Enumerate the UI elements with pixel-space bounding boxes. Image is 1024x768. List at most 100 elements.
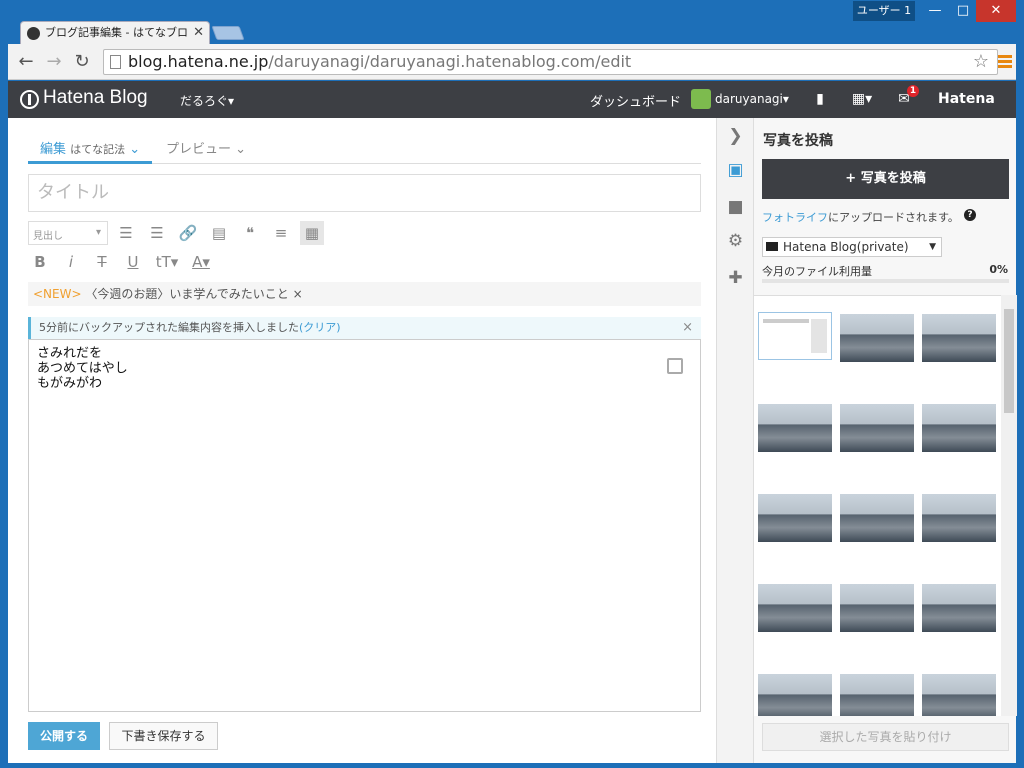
usage-label: 今月のファイル利用量 bbox=[762, 265, 872, 278]
photo-thumb[interactable] bbox=[922, 584, 996, 632]
post-photo-button[interactable]: + 写真を投稿 bbox=[762, 159, 1009, 199]
folder-icon[interactable]: ■ bbox=[725, 197, 746, 218]
browser-menu-icon[interactable] bbox=[998, 55, 1012, 69]
chevron-right-icon[interactable]: ❯ bbox=[725, 126, 746, 147]
url-host: blog.hatena.ne.jp bbox=[128, 52, 269, 71]
backup-close-icon[interactable]: × bbox=[682, 317, 693, 339]
photo-thumb[interactable] bbox=[840, 494, 914, 542]
numbered-list-icon[interactable]: ☰ bbox=[145, 221, 169, 245]
fotolife-note: フォトライフにアップロードされます。 bbox=[762, 209, 959, 225]
underline-icon[interactable]: U bbox=[121, 250, 145, 274]
tab-close-icon[interactable]: ✕ bbox=[193, 22, 204, 44]
chevron-down-icon: ▾ bbox=[95, 227, 101, 238]
minimize-button[interactable]: — bbox=[920, 0, 950, 22]
blog-select-value: Hatena Blog(private) bbox=[783, 240, 909, 254]
paste-selected-button[interactable]: 選択した写真を貼り付け bbox=[762, 723, 1009, 751]
topic-close-icon[interactable]: × bbox=[293, 287, 303, 301]
forward-icon[interactable]: → bbox=[44, 52, 64, 72]
plus-icon[interactable]: ✚ bbox=[725, 268, 746, 289]
tab-edit-mode: はてな記法 bbox=[70, 143, 126, 156]
photo-thumb[interactable] bbox=[758, 494, 832, 542]
photo-thumb[interactable] bbox=[840, 314, 914, 362]
tab-preview[interactable]: プレビュー ⌄ bbox=[166, 138, 246, 157]
heading-select[interactable]: 見出し ▾ bbox=[28, 221, 108, 245]
align-icon[interactable]: ≡ bbox=[269, 221, 293, 245]
italic-icon[interactable]: i bbox=[59, 250, 83, 274]
photo-scrollbar[interactable] bbox=[1001, 295, 1017, 716]
reload-icon[interactable]: ↻ bbox=[72, 52, 92, 72]
photo-thumb[interactable] bbox=[922, 494, 996, 542]
editor-main: 編集 はてな記法 ⌄ プレビュー ⌄ タイトル 見出し ▾ ☰ ☰ 🔗 ▤ ❝ ≡… bbox=[8, 118, 753, 763]
hatena-header: Hatena Blog だるろぐ▾ ダッシュボード daruyanagi▾ ▮ … bbox=[8, 81, 1016, 118]
browser-toolbar: ← → ↻ blog.hatena.ne.jp/daruyanagi/daruy… bbox=[8, 44, 1016, 80]
photo-panel: 写真を投稿 + 写真を投稿 フォトライフにアップロードされます。 ? Haten… bbox=[753, 118, 1017, 763]
tab-title: ブログ記事編集 - はてなブロ bbox=[45, 26, 188, 39]
heading-select-label: 見出し bbox=[33, 231, 63, 242]
photo-thumb[interactable] bbox=[922, 404, 996, 452]
body-editor[interactable]: さみれだを あつめてはやし もがみがわ bbox=[28, 339, 701, 712]
publish-button[interactable]: 公開する bbox=[28, 722, 100, 750]
photo-thumb[interactable] bbox=[758, 584, 832, 632]
blog-selector[interactable]: だるろぐ▾ bbox=[180, 92, 234, 109]
weekly-topic-bar[interactable]: <NEW> 〈今週のお題〉いま学んでみたいこと × bbox=[28, 282, 701, 306]
copy-icon[interactable] bbox=[667, 358, 683, 374]
photo-thumb[interactable] bbox=[758, 404, 832, 452]
editor-tabs: 編集 はてな記法 ⌄ プレビュー ⌄ bbox=[28, 134, 701, 164]
photo-icon[interactable]: ▣ bbox=[725, 160, 746, 181]
photo-thumb[interactable] bbox=[758, 312, 832, 360]
link-icon[interactable]: 🔗 bbox=[176, 221, 200, 245]
photo-thumb[interactable] bbox=[840, 584, 914, 632]
usage-value: 0% bbox=[989, 263, 1008, 276]
save-draft-button[interactable]: 下書き保存する bbox=[109, 722, 218, 750]
user-badge[interactable]: ユーザー 1 bbox=[853, 1, 915, 21]
notification-badge: 1 bbox=[907, 85, 919, 97]
title-input[interactable]: タイトル bbox=[28, 174, 701, 212]
photo-thumb[interactable] bbox=[922, 314, 996, 362]
hatena-blog-logo[interactable]: Hatena Blog bbox=[43, 87, 148, 109]
bookmark-icon[interactable]: ▮ bbox=[811, 90, 829, 108]
more-separator-icon[interactable]: ▤ bbox=[207, 221, 231, 245]
tab-edit-label: 編集 bbox=[40, 142, 67, 157]
new-tab-button[interactable] bbox=[211, 26, 245, 40]
maximize-button[interactable]: □ bbox=[950, 0, 976, 22]
chevron-down-icon: ▼ bbox=[929, 242, 936, 252]
font-size-icon[interactable]: tT▾ bbox=[152, 250, 182, 274]
photo-thumb[interactable] bbox=[758, 674, 832, 716]
text-color-icon[interactable]: A▾ bbox=[186, 250, 216, 274]
apps-grid-icon[interactable]: ▦▾ bbox=[848, 90, 876, 108]
help-icon[interactable]: ? bbox=[964, 209, 976, 221]
scrollbar-thumb[interactable] bbox=[1004, 309, 1014, 413]
url-path: /daruyanagi/daruyanagi.hatenablog.com/ed… bbox=[268, 52, 632, 71]
strikethrough-icon[interactable]: T bbox=[90, 250, 114, 274]
bookmark-star-icon[interactable]: ☆ bbox=[973, 50, 989, 74]
table-icon[interactable]: ▦ bbox=[300, 221, 324, 245]
photo-thumb[interactable] bbox=[840, 404, 914, 452]
bullet-list-icon[interactable]: ☰ bbox=[114, 221, 138, 245]
usage-bar bbox=[762, 279, 1009, 283]
close-window-button[interactable]: ✕ bbox=[976, 0, 1016, 22]
sidebar-strip: ❯ ▣ ■ ⚙ ✚ bbox=[716, 118, 753, 763]
user-menu[interactable]: daruyanagi▾ bbox=[715, 92, 789, 106]
quote-icon[interactable]: ❝ bbox=[238, 221, 262, 245]
page-icon bbox=[110, 55, 121, 69]
gear-icon[interactable]: ⚙ bbox=[725, 231, 746, 252]
browser-tab[interactable]: ブログ記事編集 - はてなブロ ✕ bbox=[20, 21, 210, 45]
hatena-favicon-icon bbox=[27, 27, 40, 40]
photo-thumb[interactable] bbox=[922, 674, 996, 716]
folder-icon bbox=[766, 242, 778, 251]
backup-clear-link[interactable]: (クリア) bbox=[299, 321, 341, 334]
topic-new-badge: <NEW> bbox=[33, 287, 82, 301]
chevron-down-icon: ⌄ bbox=[129, 142, 141, 157]
tab-preview-label: プレビュー bbox=[166, 142, 232, 157]
address-bar[interactable]: blog.hatena.ne.jp/daruyanagi/daruyanagi.… bbox=[103, 49, 998, 75]
bold-icon[interactable]: B bbox=[28, 250, 52, 274]
hatena-logo[interactable]: Hatena bbox=[938, 91, 995, 107]
blog-select[interactable]: Hatena Blog(private) ▼ bbox=[762, 237, 942, 257]
fotolife-link[interactable]: フォトライフ bbox=[762, 211, 828, 224]
photo-thumb[interactable] bbox=[840, 674, 914, 716]
tab-edit[interactable]: 編集 はてな記法 ⌄ bbox=[28, 134, 153, 164]
hatena-blog-logo-icon bbox=[20, 90, 39, 109]
avatar[interactable] bbox=[691, 89, 711, 109]
back-icon[interactable]: ← bbox=[16, 52, 36, 72]
dashboard-link[interactable]: ダッシュボード bbox=[590, 91, 681, 110]
